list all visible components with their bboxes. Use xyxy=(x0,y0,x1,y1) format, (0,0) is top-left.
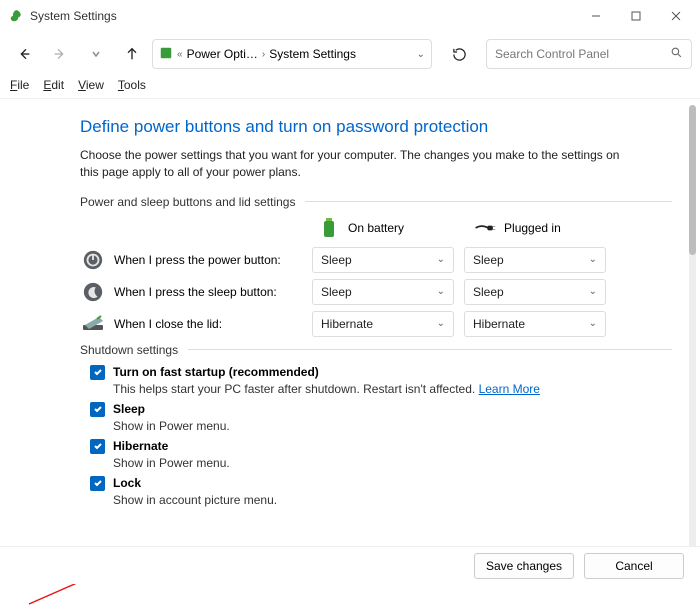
menu-file[interactable]: File xyxy=(10,78,29,92)
lock-label: Lock xyxy=(113,476,141,490)
scrollbar-thumb[interactable] xyxy=(689,105,696,255)
chevron-down-icon: ⌄ xyxy=(589,286,597,297)
fast-startup-label: Turn on fast startup (recommended) xyxy=(113,365,319,379)
breadcrumb-seg-1[interactable]: Power Opti… xyxy=(187,47,258,61)
power-battery-select[interactable]: Sleep⌄ xyxy=(312,247,454,273)
chk-fast-startup: Turn on fast startup (recommended) This … xyxy=(90,365,672,396)
breadcrumb-sep-icon: › xyxy=(262,49,265,60)
fast-startup-desc: This helps start your PC faster after sh… xyxy=(113,382,672,396)
battery-icon xyxy=(318,217,340,239)
row-power-button: When I press the power button: Sleep⌄ Sl… xyxy=(80,247,672,273)
refresh-button[interactable] xyxy=(444,39,474,69)
search-placeholder: Search Control Panel xyxy=(495,47,670,61)
sleep-button-icon xyxy=(80,279,106,305)
column-headers: On battery Plugged in xyxy=(318,217,672,239)
maximize-button[interactable] xyxy=(616,2,656,30)
lid-icon xyxy=(80,311,106,337)
window-title: System Settings xyxy=(30,9,117,23)
back-button[interactable] xyxy=(8,38,40,70)
menu-edit[interactable]: Edit xyxy=(43,78,64,92)
lid-battery-select[interactable]: Hibernate⌄ xyxy=(312,311,454,337)
control-panel-icon xyxy=(159,46,173,63)
chk-sleep: Sleep Show in Power menu. xyxy=(90,402,672,433)
row-power-label: When I press the power button: xyxy=(114,253,312,267)
scrollbar[interactable] xyxy=(689,105,696,573)
col-plugged-label: Plugged in xyxy=(504,221,561,235)
sleep-battery-select[interactable]: Sleep⌄ xyxy=(312,279,454,305)
page-heading: Define power buttons and turn on passwor… xyxy=(80,117,672,137)
menu-view[interactable]: View xyxy=(78,78,104,92)
group-power-buttons: Power and sleep buttons and lid settings xyxy=(80,195,672,209)
hibernate-desc: Show in Power menu. xyxy=(113,456,672,470)
plug-icon xyxy=(474,217,496,239)
recent-button[interactable] xyxy=(80,38,112,70)
learn-more-link[interactable]: Learn More xyxy=(479,382,540,396)
page-intro: Choose the power settings that you want … xyxy=(80,147,640,181)
row-sleep-button: When I press the sleep button: Sleep⌄ Sl… xyxy=(80,279,672,305)
search-input[interactable]: Search Control Panel xyxy=(486,39,692,69)
chevron-down-icon: ⌄ xyxy=(437,254,445,265)
sleep-plugged-select[interactable]: Sleep⌄ xyxy=(464,279,606,305)
row-lid-label: When I close the lid: xyxy=(114,317,312,331)
minimize-button[interactable] xyxy=(576,2,616,30)
hibernate-label: Hibernate xyxy=(113,439,168,453)
power-button-icon xyxy=(80,247,106,273)
chevron-down-icon: ⌄ xyxy=(589,254,597,265)
cancel-button[interactable]: Cancel xyxy=(584,553,684,579)
forward-button[interactable] xyxy=(44,38,76,70)
chk-lock: Lock Show in account picture menu. xyxy=(90,476,672,507)
lock-checkbox[interactable] xyxy=(90,476,105,491)
save-button[interactable]: Save changes xyxy=(474,553,574,579)
power-plugged-select[interactable]: Sleep⌄ xyxy=(464,247,606,273)
sleep-checkbox[interactable] xyxy=(90,402,105,417)
titlebar: System Settings xyxy=(0,0,700,32)
menu-tools[interactable]: Tools xyxy=(118,78,146,92)
app-icon xyxy=(8,8,24,24)
lid-plugged-select[interactable]: Hibernate⌄ xyxy=(464,311,606,337)
fast-startup-checkbox[interactable] xyxy=(90,365,105,380)
row-lid: When I close the lid: Hibernate⌄ Hiberna… xyxy=(80,311,672,337)
sleep-desc: Show in Power menu. xyxy=(113,419,672,433)
search-icon xyxy=(670,46,683,62)
navbar: « Power Opti… › System Settings ⌄ Search… xyxy=(0,32,700,76)
close-button[interactable] xyxy=(656,2,696,30)
sleep-label: Sleep xyxy=(113,402,145,416)
hibernate-checkbox[interactable] xyxy=(90,439,105,454)
row-sleep-label: When I press the sleep button: xyxy=(114,285,312,299)
breadcrumb-chevron-icon: « xyxy=(177,49,183,60)
group-shutdown: Shutdown settings xyxy=(80,343,672,357)
address-bar[interactable]: « Power Opti… › System Settings ⌄ xyxy=(152,39,432,69)
footer: Save changes Cancel xyxy=(0,546,700,584)
chevron-down-icon: ⌄ xyxy=(437,318,445,329)
col-battery-label: On battery xyxy=(348,221,404,235)
chevron-down-icon: ⌄ xyxy=(437,286,445,297)
breadcrumb-seg-2[interactable]: System Settings xyxy=(269,47,356,61)
up-button[interactable] xyxy=(116,38,148,70)
address-dropdown-icon[interactable]: ⌄ xyxy=(417,49,425,60)
lock-desc: Show in account picture menu. xyxy=(113,493,672,507)
content-area: Define power buttons and turn on passwor… xyxy=(0,98,700,584)
chk-hibernate: Hibernate Show in Power menu. xyxy=(90,439,672,470)
menubar: File Edit View Tools xyxy=(0,76,700,98)
chevron-down-icon: ⌄ xyxy=(589,318,597,329)
